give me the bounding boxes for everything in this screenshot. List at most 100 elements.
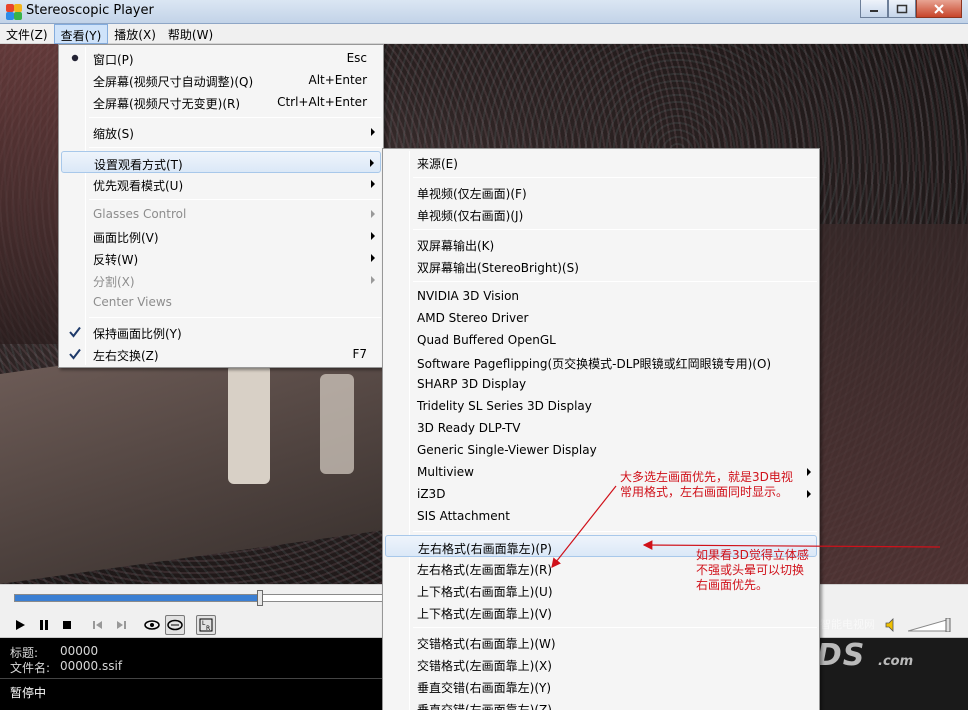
maximize-icon	[896, 4, 908, 13]
pause-button[interactable]	[34, 615, 54, 635]
submenu-item-tridelity[interactable]: Tridelity SL Series 3D Display	[385, 395, 817, 417]
view-menu: 窗口(P) Esc 全屏幕(视频尺寸自动调整)(Q) Alt+Enter 全屏幕…	[58, 44, 384, 368]
minimize-icon	[870, 9, 878, 12]
status-text: 暂停中	[10, 686, 47, 700]
submenu-item-amd-stereo[interactable]: AMD Stereo Driver	[385, 307, 817, 329]
seek-progress	[15, 595, 260, 601]
video-right-crowd	[820, 224, 968, 584]
submenu-item-sharp-3d[interactable]: SHARP 3D Display	[385, 373, 817, 395]
filename-label: 文件名:	[10, 661, 51, 675]
submenu-arrow-icon	[371, 254, 375, 262]
radio-dot-icon	[67, 50, 83, 66]
submenu-arrow-icon	[371, 276, 375, 284]
submenu-arrow-icon	[371, 128, 375, 136]
submenu-item-3d-ready-dlp[interactable]: 3D Ready DLP-TV	[385, 417, 817, 439]
status-bar: 暂停中	[0, 678, 382, 710]
glasses-icon	[167, 619, 183, 631]
menu-help[interactable]: 帮助(W)	[162, 24, 219, 44]
maximize-button[interactable]	[888, 0, 916, 18]
eye-icon	[144, 620, 160, 630]
submenu-item-top-bottom-left-top[interactable]: 上下格式(左画面靠上)(V)	[385, 601, 817, 623]
annotation-note-left-priority: 大多选左画面优先，就是3D电视 常用格式，左右画面同时显示。	[620, 470, 793, 499]
submenu-arrow-icon	[371, 232, 375, 240]
submenu-arrow-icon	[371, 180, 375, 188]
menu-item-flip[interactable]: 反转(W)	[61, 247, 381, 269]
menu-play[interactable]: 播放(X)	[108, 24, 162, 44]
submenu-item-dual-screen[interactable]: 双屏幕输出(K)	[385, 233, 817, 255]
menu-separator	[413, 281, 817, 282]
checkmark-icon	[67, 324, 83, 340]
svg-text:R: R	[206, 625, 210, 632]
checkmark-icon	[67, 346, 83, 362]
filename-value: 00000.ssif	[60, 659, 123, 673]
menu-view[interactable]: 查看(Y)	[53, 24, 109, 44]
menu-item-viewing-method[interactable]: 设置观看方式(T)	[61, 151, 381, 173]
menu-item-zoom[interactable]: 缩放(S)	[61, 121, 381, 143]
pause-icon	[40, 620, 48, 630]
menu-separator	[89, 199, 381, 200]
viewing-method-submenu: 来源(E) 单视频(仅左画面)(F) 单视频(仅右画面)(J) 双屏幕输出(K)…	[382, 148, 820, 710]
dancer-figure	[228, 364, 270, 484]
submenu-item-pageflipping[interactable]: Software Pageflipping(页交换模式-DLP眼镜或红岡眼镜专用…	[385, 351, 817, 373]
glasses-button[interactable]	[165, 615, 185, 635]
menu-separator	[413, 531, 817, 532]
stop-icon	[63, 621, 71, 629]
title-bar: Stereoscopic Player	[0, 0, 968, 24]
dancer-figure	[320, 374, 354, 474]
submenu-item-mono-right[interactable]: 单视频(仅右画面)(J)	[385, 203, 817, 225]
menu-item-center-views: Center Views	[93, 295, 172, 309]
submenu-item-mono-left[interactable]: 单视频(仅左画面)(F)	[385, 181, 817, 203]
submenu-item-interlaced-right-top[interactable]: 交错格式(右画面靠上)(W)	[385, 631, 817, 653]
menu-separator	[413, 627, 817, 628]
menu-item-aspect-ratio[interactable]: 画面比例(V)	[61, 225, 381, 247]
submenu-item-source[interactable]: 来源(E)	[385, 151, 817, 173]
submenu-arrow-icon	[371, 210, 375, 218]
close-button[interactable]	[916, 0, 962, 18]
menu-item-split: 分割(X)	[61, 269, 381, 291]
submenu-arrow-icon	[807, 490, 811, 498]
menu-item-fullscreen-fixed[interactable]: 全屏幕(视频尺寸无变更)(R) Ctrl+Alt+Enter	[61, 91, 381, 113]
annotation-note-right-priority: 如果看3D觉得立体感 不强或头晕可以切换 右画面优先。	[696, 548, 809, 592]
info-panel: 标题: 00000 文件名: 00000.ssif	[0, 638, 382, 678]
submenu-item-interlaced-left-top[interactable]: 交错格式(左画面靠上)(X)	[385, 653, 817, 675]
stop-button[interactable]	[57, 615, 77, 635]
minimize-button[interactable]	[860, 0, 888, 18]
submenu-item-dual-screen-stereobright[interactable]: 双屏幕输出(StereoBright)(S)	[385, 255, 817, 277]
submenu-item-column-interlaced-right-left[interactable]: 垂直交错(右画面靠左)(Y)	[385, 675, 817, 697]
video-left-strip	[0, 44, 60, 344]
watermark-small: 智能电视网	[820, 618, 875, 631]
submenu-item-column-interlaced-left-left[interactable]: 垂直交错(左画面靠左)(Z)	[385, 697, 817, 710]
submenu-item-nvidia-3d-vision[interactable]: NVIDIA 3D Vision	[385, 285, 817, 307]
menu-separator	[89, 117, 381, 118]
menu-bar: 文件(Z) 查看(Y) 播放(X) 帮助(W)	[0, 24, 968, 44]
menu-item-window[interactable]: 窗口(P) Esc	[61, 47, 381, 69]
menu-separator	[413, 229, 817, 230]
next-button[interactable]	[111, 615, 131, 635]
menu-separator	[413, 177, 817, 178]
submenu-item-sis-attachment[interactable]: SIS Attachment	[385, 505, 817, 527]
submenu-arrow-icon	[370, 159, 374, 167]
menu-item-fullscreen-auto[interactable]: 全屏幕(视频尺寸自动调整)(Q) Alt+Enter	[61, 69, 381, 91]
seek-bar[interactable]	[14, 590, 384, 606]
submenu-item-quad-buffered[interactable]: Quad Buffered OpenGL	[385, 329, 817, 351]
play-button[interactable]	[10, 615, 30, 635]
submenu-arrow-icon	[807, 468, 811, 476]
close-icon	[934, 3, 944, 14]
menu-item-glasses-control: Glasses Control	[61, 203, 381, 225]
lr-swap-icon: LR	[199, 618, 213, 632]
seek-thumb[interactable]	[256, 590, 263, 606]
swap-lr-button[interactable]: LR	[196, 615, 216, 635]
menu-item-swap-lr[interactable]: 左右交换(Z) F7	[61, 343, 381, 365]
prev-icon	[93, 621, 102, 629]
menu-separator	[89, 317, 381, 318]
menu-file[interactable]: 文件(Z)	[0, 24, 54, 44]
app-icon	[6, 4, 22, 20]
submenu-item-generic-single-viewer[interactable]: Generic Single-Viewer Display	[385, 439, 817, 461]
stereo-view-button[interactable]	[142, 615, 162, 635]
menu-item-keep-aspect[interactable]: 保持画面比例(Y)	[61, 321, 381, 343]
next-icon	[117, 621, 126, 629]
play-icon	[16, 620, 25, 630]
previous-button[interactable]	[88, 615, 108, 635]
menu-item-preferred-mode[interactable]: 优先观看模式(U)	[61, 173, 381, 195]
menu-separator	[89, 147, 381, 148]
